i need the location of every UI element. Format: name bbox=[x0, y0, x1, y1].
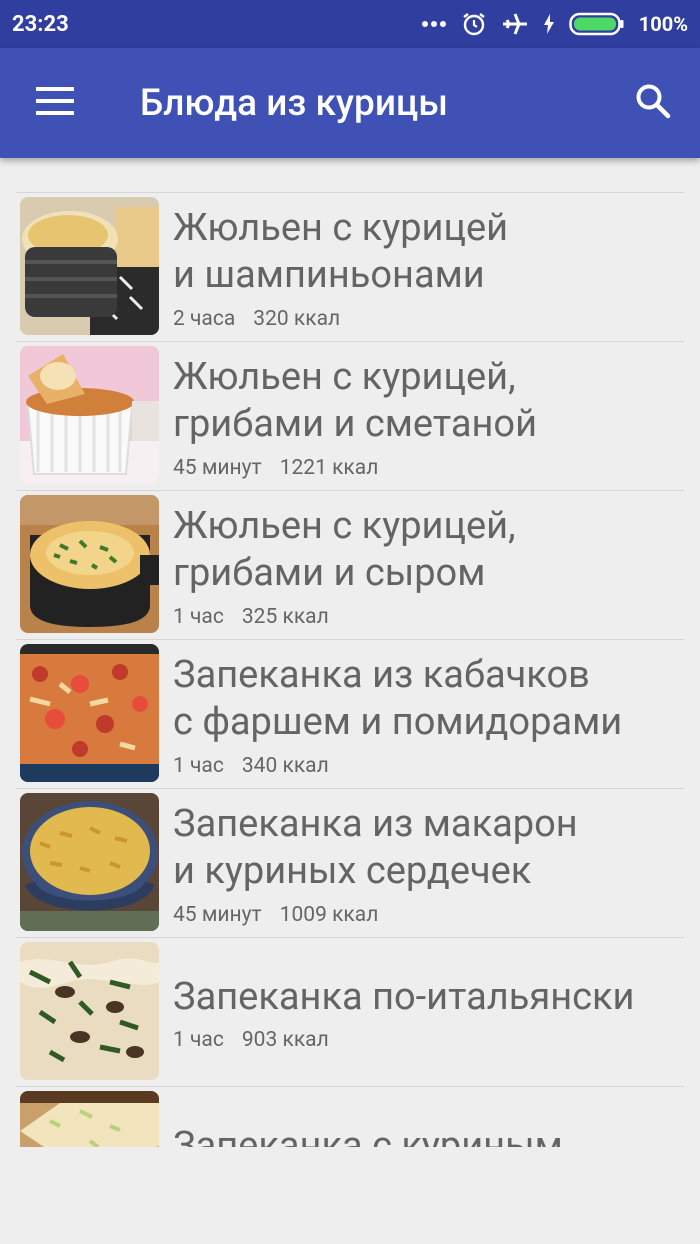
recipe-meta: 1 час 903 ккал bbox=[173, 1028, 329, 1052]
recipe-title: Запеканка по-итальянски bbox=[173, 975, 635, 1019]
battery-icon bbox=[569, 12, 625, 36]
recipe-calories: 340 ккал bbox=[241, 754, 329, 778]
recipe-calories: 1009 ккал bbox=[279, 903, 379, 927]
recipe-thumbnail bbox=[20, 793, 159, 931]
more-dots-icon bbox=[421, 20, 447, 28]
recipe-thumbnail bbox=[20, 197, 159, 335]
recipe-calories: 1221 ккал bbox=[279, 456, 379, 480]
recipe-time: 45 минут bbox=[173, 456, 262, 480]
recipe-list[interactable]: Жюльен с курицей и шампиньонами 2 часа 32… bbox=[16, 192, 684, 1147]
search-button[interactable] bbox=[628, 78, 678, 128]
app-bar: Блюда из курицы bbox=[0, 48, 700, 158]
hamburger-menu-icon bbox=[36, 87, 74, 119]
recipe-meta: 45 минут 1009 ккал bbox=[173, 903, 378, 927]
recipe-title: Запеканка из макарон и куриных сердечек bbox=[173, 802, 578, 893]
airplane-icon bbox=[501, 11, 529, 37]
recipe-meta: 45 минут 1221 ккал bbox=[173, 456, 378, 480]
charging-icon bbox=[543, 14, 555, 34]
recipe-thumbnail bbox=[20, 346, 159, 484]
recipe-time: 1 час bbox=[173, 754, 224, 778]
recipe-item[interactable]: Запеканка по-итальянски 1 час 903 ккал bbox=[16, 938, 684, 1087]
alarm-icon bbox=[461, 11, 487, 37]
search-icon bbox=[635, 83, 671, 123]
recipe-item[interactable]: Жюльен с курицей, грибами и сыром 1 час 3… bbox=[16, 491, 684, 640]
recipe-meta: 1 час 340 ккал bbox=[173, 754, 329, 778]
page-title: Блюда из курицы bbox=[140, 82, 448, 125]
recipe-item[interactable]: Запеканка из макарон и куриных сердечек … bbox=[16, 789, 684, 938]
recipe-calories: 325 ккал bbox=[241, 605, 329, 629]
recipe-time: 1 час bbox=[173, 605, 224, 629]
recipe-item[interactable]: Запеканка из кабачков с фаршем и помидор… bbox=[16, 640, 684, 789]
recipe-thumbnail bbox=[20, 644, 159, 782]
recipe-item[interactable]: Жюльен с курицей, грибами и сметаной 45 … bbox=[16, 342, 684, 491]
recipe-calories: 320 ккал bbox=[253, 307, 341, 331]
recipe-thumbnail bbox=[20, 495, 159, 633]
recipe-title: Запеканка с куриным bbox=[173, 1124, 563, 1147]
recipe-time: 2 часа bbox=[173, 307, 236, 331]
recipe-thumbnail bbox=[20, 942, 159, 1080]
status-time: 23:23 bbox=[12, 11, 69, 37]
recipe-title: Жюльен с курицей и шампиньонами bbox=[173, 206, 509, 297]
menu-button[interactable] bbox=[30, 78, 80, 128]
recipe-thumbnail bbox=[20, 1091, 159, 1147]
recipe-item[interactable]: Запеканка с куриным bbox=[16, 1087, 684, 1147]
recipe-time: 45 минут bbox=[173, 903, 262, 927]
recipe-title: Запеканка из кабачков с фаршем и помидор… bbox=[173, 653, 623, 744]
recipe-title: Жюльен с курицей, грибами и сметаной bbox=[173, 355, 538, 446]
recipe-time: 1 час bbox=[173, 1028, 224, 1052]
battery-percent: 100% bbox=[638, 12, 688, 36]
recipe-calories: 903 ккал bbox=[241, 1028, 329, 1052]
status-bar: 23:23 100% bbox=[0, 0, 700, 48]
recipe-item[interactable]: Жюльен с курицей и шампиньонами 2 часа 32… bbox=[16, 193, 684, 342]
status-icons: 100% bbox=[421, 11, 688, 37]
recipe-meta: 2 часа 320 ккал bbox=[173, 307, 340, 331]
recipe-meta: 1 час 325 ккал bbox=[173, 605, 329, 629]
recipe-title: Жюльен с курицей, грибами и сыром bbox=[173, 504, 516, 595]
